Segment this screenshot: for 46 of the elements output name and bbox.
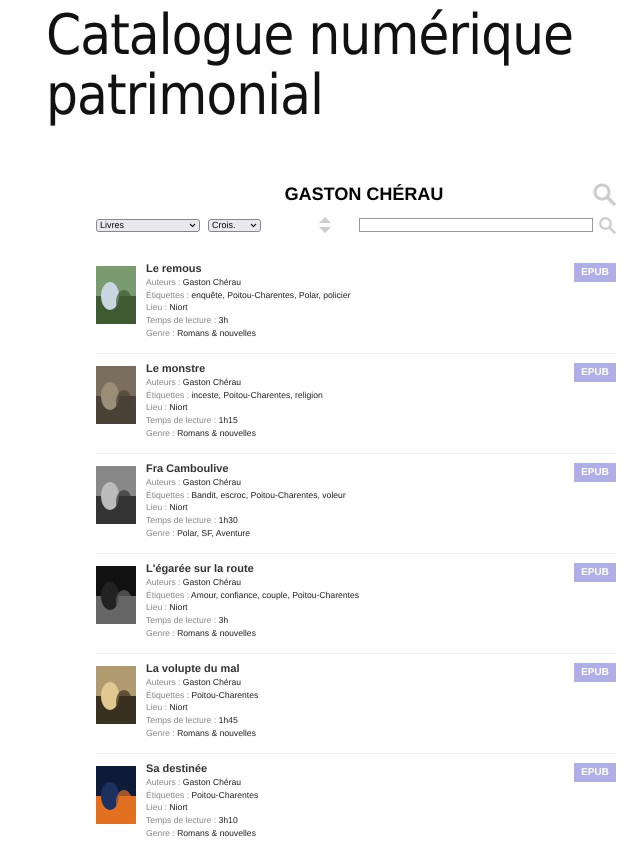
- book-detail: Auteurs : Gaston Chérau: [146, 376, 242, 389]
- book-title[interactable]: Fra Camboulive: [146, 463, 574, 476]
- book-detail: Temps de lecture : 3h: [146, 614, 230, 627]
- type-select[interactable]: Livres: [96, 218, 200, 232]
- book-detail: Étiquettes : Amour, confiance, couple, Poitou-Charentes: [146, 588, 360, 602]
- book-detail: Genre : Romans & nouvelles: [146, 426, 257, 440]
- book-detail: Temps de lecture : 3h10: [146, 814, 239, 827]
- book-title[interactable]: Le monstre: [146, 363, 574, 376]
- book-detail: Lieu : Niort: [146, 601, 189, 614]
- book-detail: Auteurs : Gaston Chérau: [146, 276, 242, 289]
- book-detail: Lieu : Niort: [146, 801, 189, 814]
- book-detail: Genre : Romans & nouvelles: [146, 626, 257, 640]
- book-detail: Temps de lecture : 3h: [146, 314, 230, 327]
- caret-icon: [250, 222, 257, 228]
- sort-icon[interactable]: [319, 217, 331, 233]
- book-detail: Genre : Polar, SF, Aventure: [146, 526, 251, 540]
- caret-icon: [189, 222, 196, 228]
- book-detail: Lieu : Niort: [146, 301, 189, 314]
- book-title[interactable]: La volupte du mal: [146, 663, 574, 676]
- book-detail: Genre : Romans & nouvelles: [146, 726, 257, 740]
- book-title[interactable]: Sa destinée: [146, 763, 574, 776]
- book-detail: Lieu : Niort: [146, 401, 189, 414]
- book-detail: Auteurs : Gaston Chérau: [146, 576, 242, 589]
- book-detail: Genre : Romans & nouvelles: [146, 326, 257, 340]
- search-field[interactable]: [359, 218, 593, 232]
- book-detail: Temps de lecture : 1h30: [146, 514, 239, 527]
- book-title[interactable]: Le remous: [146, 263, 574, 276]
- book-detail: Étiquettes : Poitou-Charentes: [146, 688, 260, 702]
- book-detail: Temps de lecture : 1h45: [146, 714, 239, 727]
- search-icon[interactable]: [592, 182, 616, 206]
- book-detail: Étiquettes : inceste, Poitou-Charentes, religion: [146, 388, 324, 402]
- book-detail: Lieu : Niort: [146, 701, 189, 714]
- page-title: Catalogue numérique patrimonial: [46, 6, 574, 126]
- book-detail: Étiquettes : Bandit, escroc, Poitou-Charentes, voleur: [146, 488, 347, 502]
- book-detail: Temps de lecture : 1h15: [146, 414, 239, 427]
- book-detail: Lieu : Niort: [146, 501, 189, 514]
- book-detail: Étiquettes : enquête, Poitou-Charentes, Polar, policier: [146, 288, 352, 302]
- order-select[interactable]: Crois.: [208, 218, 261, 232]
- book-detail: Auteurs : Gaston Chérau: [146, 676, 242, 689]
- book-detail: Étiquettes : Poitou-Charentes: [146, 788, 260, 802]
- author-heading: GASTON CHÉRAU: [284, 184, 444, 204]
- book-detail: Genre : Romans & nouvelles: [146, 826, 257, 840]
- book-detail: Auteurs : Gaston Chérau: [146, 476, 242, 489]
- search-icon[interactable]: [598, 216, 616, 234]
- book-title[interactable]: L'égarée sur la route: [146, 563, 574, 576]
- book-detail: Auteurs : Gaston Chérau: [146, 776, 242, 789]
